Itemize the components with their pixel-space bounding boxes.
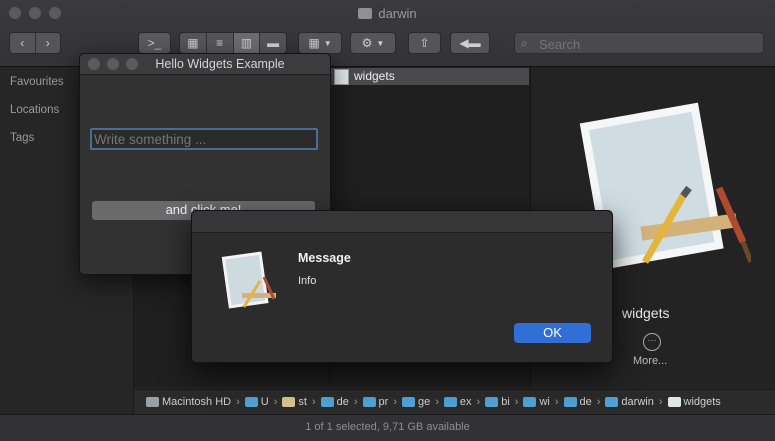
path-item[interactable]: pr ›	[362, 396, 402, 408]
folder-icon	[244, 397, 258, 407]
text-input[interactable]	[90, 128, 318, 150]
back-forward-buttons[interactable]: ‹ ›	[9, 32, 61, 54]
back-icon[interactable]: ‹	[10, 33, 35, 53]
folder-icon	[443, 397, 457, 407]
path-item[interactable]: de ›	[563, 396, 606, 408]
gear-icon: ⚙	[361, 36, 373, 50]
folder-icon	[362, 397, 376, 407]
search-field[interactable]: ⌕	[514, 32, 764, 54]
search-input[interactable]	[537, 36, 761, 53]
path-item[interactable]: bi ›	[485, 396, 523, 408]
home-icon	[282, 397, 296, 407]
search-icon: ⌕	[521, 36, 528, 50]
more-icon[interactable]: ···	[643, 333, 661, 351]
app-icon	[667, 397, 681, 407]
sidebar-item-tags[interactable]: Tags	[10, 132, 34, 144]
path-item[interactable]: wi ›	[523, 396, 563, 408]
path-item[interactable]: ex ›	[443, 396, 485, 408]
folder-icon	[320, 397, 334, 407]
folder-icon	[485, 397, 499, 407]
folder-icon	[401, 397, 415, 407]
view-mode-buttons[interactable]: ▦ ≡ ▥ ▬	[179, 32, 287, 54]
preview-filename: widgets	[622, 305, 670, 321]
window-title: Hello Widgets Example	[155, 57, 285, 71]
folder-icon	[358, 8, 373, 19]
window-title: darwin	[0, 6, 775, 21]
disk-icon	[146, 397, 159, 407]
path-item[interactable]: widgets	[667, 396, 721, 408]
sidebar-item-locations[interactable]: Locations	[10, 104, 59, 116]
app-icon	[334, 69, 349, 85]
chevron-down-icon: ▼	[376, 38, 385, 48]
grid-icon: ▦	[308, 36, 320, 50]
path-item[interactable]: st ›	[282, 396, 320, 408]
status-bar: 1 of 1 selected, 9,71 GB available	[0, 414, 775, 441]
message-dialog: Message Info OK	[191, 210, 613, 363]
list-view-icon[interactable]: ≡	[205, 33, 233, 53]
path-item[interactable]: darwin ›	[605, 396, 667, 408]
path-item[interactable]: de ›	[320, 396, 363, 408]
icon-view-icon[interactable]: ▦	[180, 33, 206, 53]
group-by-button[interactable]: ▦ ▼	[298, 32, 342, 54]
path-item[interactable]: U ›	[244, 396, 283, 408]
app-icon	[221, 251, 276, 309]
folder-icon	[563, 397, 577, 407]
dialog-message: Info	[298, 275, 317, 287]
path-bar: Macintosh HD › U › st › de › pr › ge › ex › bi ›…	[134, 389, 775, 414]
folder-icon	[605, 397, 619, 407]
gallery-view-icon[interactable]: ▬	[259, 33, 286, 53]
path-item[interactable]: ge ›	[401, 396, 444, 408]
chevron-down-icon: ▼	[323, 38, 332, 48]
action-button[interactable]: ⚙ ▼	[350, 32, 396, 54]
tag-icon[interactable]: ◀▬	[450, 32, 490, 54]
list-item-label: widgets	[354, 69, 395, 83]
path-item[interactable]: Macintosh HD ›	[146, 396, 245, 408]
hello-titlebar: Hello Widgets Example	[80, 54, 330, 75]
share-icon[interactable]: ⇧	[408, 32, 441, 54]
sidebar-item-favourites[interactable]: Favourites	[10, 76, 64, 88]
column-view-icon[interactable]: ▥	[232, 33, 260, 53]
terminal-icon[interactable]: >_	[138, 32, 171, 54]
more-button[interactable]: More...	[633, 355, 667, 367]
ok-button[interactable]: OK	[514, 323, 591, 343]
dialog-titlebar	[192, 211, 612, 233]
list-item[interactable]: widgets	[330, 68, 529, 85]
forward-icon[interactable]: ›	[34, 33, 61, 53]
folder-icon	[523, 397, 537, 407]
dialog-title: Message	[298, 251, 351, 265]
